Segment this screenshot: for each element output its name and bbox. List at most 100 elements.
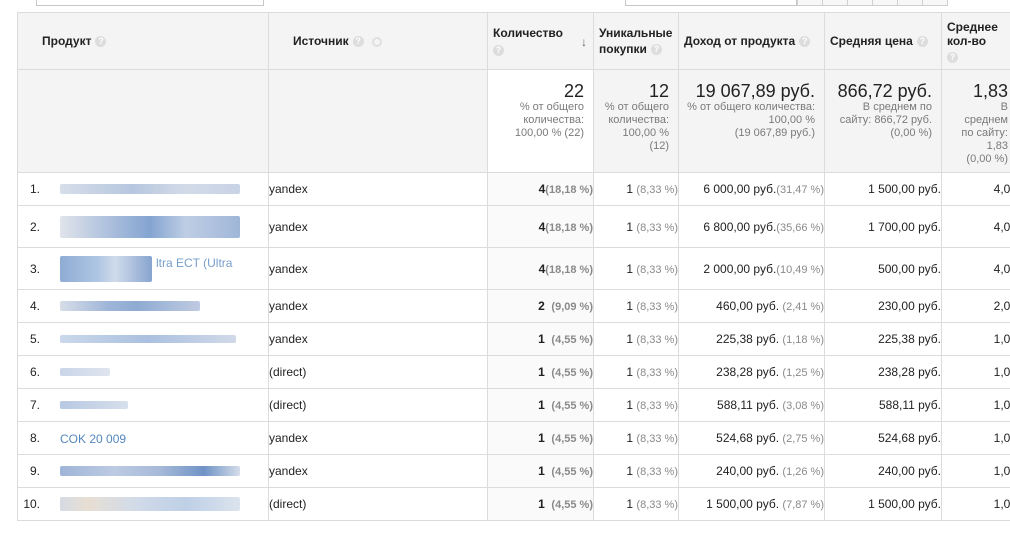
source-cell: yandex	[268, 454, 488, 488]
view-toggle-3[interactable]	[847, 0, 873, 6]
col-header-avg-price[interactable]: Средняя цена?	[824, 12, 942, 70]
table-row: 6. (direct) 1 (4,55 %) 1 (8,33 %) 238,28…	[17, 355, 1010, 389]
revenue-cell: 460,00 руб. (2,41 %)	[678, 289, 825, 323]
avg-qty-cell: 4,00	[941, 172, 1010, 206]
avg-qty-cell: 4,00	[941, 247, 1010, 290]
source-cell: yandex	[268, 172, 488, 206]
sort-down-arrow-icon[interactable]: ↓	[581, 35, 587, 49]
top-toolbar	[0, 0, 1010, 12]
help-icon[interactable]: ?	[352, 36, 364, 48]
view-toggle-5[interactable]	[897, 0, 923, 6]
help-icon[interactable]: ?	[947, 52, 958, 64]
redacted-product-name[interactable]	[60, 255, 152, 282]
view-toggle-6[interactable]	[922, 0, 948, 6]
source-cell: (direct)	[268, 388, 488, 422]
product-cell[interactable]: 10.	[17, 487, 269, 521]
help-icon[interactable]: ?	[799, 36, 811, 48]
col-header-revenue[interactable]: Доход от продукта?	[678, 12, 825, 70]
avg-price-cell: 588,11 руб.	[824, 388, 942, 422]
view-toggle-4[interactable]	[872, 0, 898, 6]
quantity-cell: 1 (4,55 %)	[487, 421, 594, 455]
source-cell: yandex	[268, 247, 488, 290]
avg-price-cell: 1 500,00 руб.	[824, 487, 942, 521]
avg-qty-cell: 1,00	[941, 388, 1010, 422]
help-icon[interactable]: ?	[493, 45, 504, 57]
search-input[interactable]	[625, 0, 797, 6]
help-icon[interactable]: ?	[916, 36, 928, 48]
source-cell: yandex	[268, 421, 488, 455]
view-toggle-1[interactable]	[797, 0, 823, 6]
col-header-unique-purchases[interactable]: Уникальные покупки?	[593, 12, 679, 70]
totals-unique: 12 % от общего количества: 100,00 % (12)	[593, 69, 679, 173]
col-header-quantity[interactable]: Количество ? ↓	[487, 12, 594, 70]
revenue-cell: 6 000,00 руб.(31,47 %)	[678, 172, 825, 206]
avg-price-cell: 238,28 руб.	[824, 355, 942, 389]
table-row: 9. yandex 1 (4,55 %) 1 (8,33 %) 240,00 р…	[17, 454, 1010, 488]
product-cell[interactable]: 7.	[17, 388, 269, 422]
help-icon[interactable]: ?	[95, 36, 107, 48]
quantity-cell: 4(18,18 %)	[487, 205, 594, 248]
avg-price-cell: 1 700,00 руб.	[824, 205, 942, 248]
source-cell: (direct)	[268, 355, 488, 389]
table-row: 8. COK 20 009 yandex 1 (4,55 %) 1 (8,33 …	[17, 421, 1010, 455]
table-row: 4. yandex 2 (9,09 %) 1 (8,33 %) 460,00 р…	[17, 289, 1010, 323]
table-row: 5. yandex 1 (4,55 %) 1 (8,33 %) 225,38 р…	[17, 322, 1010, 356]
table-row: 1. yandex 4(18,18 %) 1 (8,33 %) 6 000,00…	[17, 172, 1010, 206]
revenue-cell: 6 800,00 руб.(35,66 %)	[678, 205, 825, 248]
quantity-cell: 1 (4,55 %)	[487, 454, 594, 488]
avg-qty-cell: 1,00	[941, 355, 1010, 389]
product-cell[interactable]: 5.	[17, 322, 269, 356]
unique-purchases-cell: 1 (8,33 %)	[593, 172, 679, 206]
product-cell[interactable]: 8. COK 20 009	[17, 421, 269, 455]
product-cell[interactable]: 6.	[17, 355, 269, 389]
col-header-source[interactable]: Источник?	[268, 12, 488, 70]
product-cell[interactable]: 2.	[17, 205, 269, 248]
source-cell: yandex	[268, 322, 488, 356]
totals-avg-price: 866,72 руб. В среднем по сайту: 866,72 р…	[824, 69, 942, 173]
unique-purchases-cell: 1 (8,33 %)	[593, 205, 679, 248]
product-cell[interactable]: 3. ltra ECT (Ultra	[17, 247, 269, 290]
quantity-cell: 2 (9,09 %)	[487, 289, 594, 323]
gear-icon[interactable]	[371, 36, 382, 47]
table-row: 7. (direct) 1 (4,55 %) 1 (8,33 %) 588,11…	[17, 388, 1010, 422]
table-row: 10. (direct) 1 (4,55 %) 1 (8,33 %) 1 500…	[17, 487, 1010, 521]
redacted-product-name[interactable]	[60, 335, 236, 343]
help-icon[interactable]: ?	[650, 44, 662, 56]
quantity-cell: 1 (4,55 %)	[487, 388, 594, 422]
redacted-product-name[interactable]	[60, 301, 200, 311]
redacted-product-name[interactable]	[60, 466, 240, 476]
revenue-cell: 588,11 руб. (3,08 %)	[678, 388, 825, 422]
redacted-product-name[interactable]	[60, 401, 128, 409]
product-cell[interactable]: 4.	[17, 289, 269, 323]
unique-purchases-cell: 1 (8,33 %)	[593, 388, 679, 422]
quantity-cell: 1 (4,55 %)	[487, 322, 594, 356]
revenue-cell: 1 500,00 руб. (7,87 %)	[678, 487, 825, 521]
ecommerce-report-table: Продукт? Источник? Количество ? ↓ Уникал…	[17, 12, 1010, 521]
redacted-product-name[interactable]	[60, 184, 240, 194]
unique-purchases-cell: 1 (8,33 %)	[593, 289, 679, 323]
filter-input[interactable]	[36, 0, 264, 6]
col-header-product[interactable]: Продукт?	[17, 12, 269, 70]
totals-product-cell	[17, 69, 269, 173]
table-row: 2. yandex 4(18,18 %) 1 (8,33 %) 6 800,00…	[17, 205, 1010, 248]
revenue-cell: 240,00 руб. (1,26 %)	[678, 454, 825, 488]
avg-qty-cell: 1,00	[941, 454, 1010, 488]
revenue-cell: 2 000,00 руб.(10,49 %)	[678, 247, 825, 290]
avg-price-cell: 524,68 руб.	[824, 421, 942, 455]
col-header-avg-qty[interactable]: Среднее кол-во ?	[941, 12, 1010, 70]
totals-source-cell	[268, 69, 488, 173]
avg-price-cell: 225,38 руб.	[824, 322, 942, 356]
redacted-product-name[interactable]	[60, 215, 240, 238]
source-cell: yandex	[268, 289, 488, 323]
redacted-product-name[interactable]	[60, 368, 110, 376]
totals-quantity: 22 % от общего количества: 100,00 % (22)	[487, 69, 594, 173]
avg-qty-cell: 2,00	[941, 289, 1010, 323]
redacted-product-name[interactable]	[60, 497, 240, 511]
avg-price-cell: 240,00 руб.	[824, 454, 942, 488]
quantity-cell: 4(18,18 %)	[487, 172, 594, 206]
product-cell[interactable]: 1.	[17, 172, 269, 206]
product-cell[interactable]: 9.	[17, 454, 269, 488]
source-cell: yandex	[268, 205, 488, 248]
source-cell: (direct)	[268, 487, 488, 521]
view-toggle-2[interactable]	[822, 0, 848, 6]
